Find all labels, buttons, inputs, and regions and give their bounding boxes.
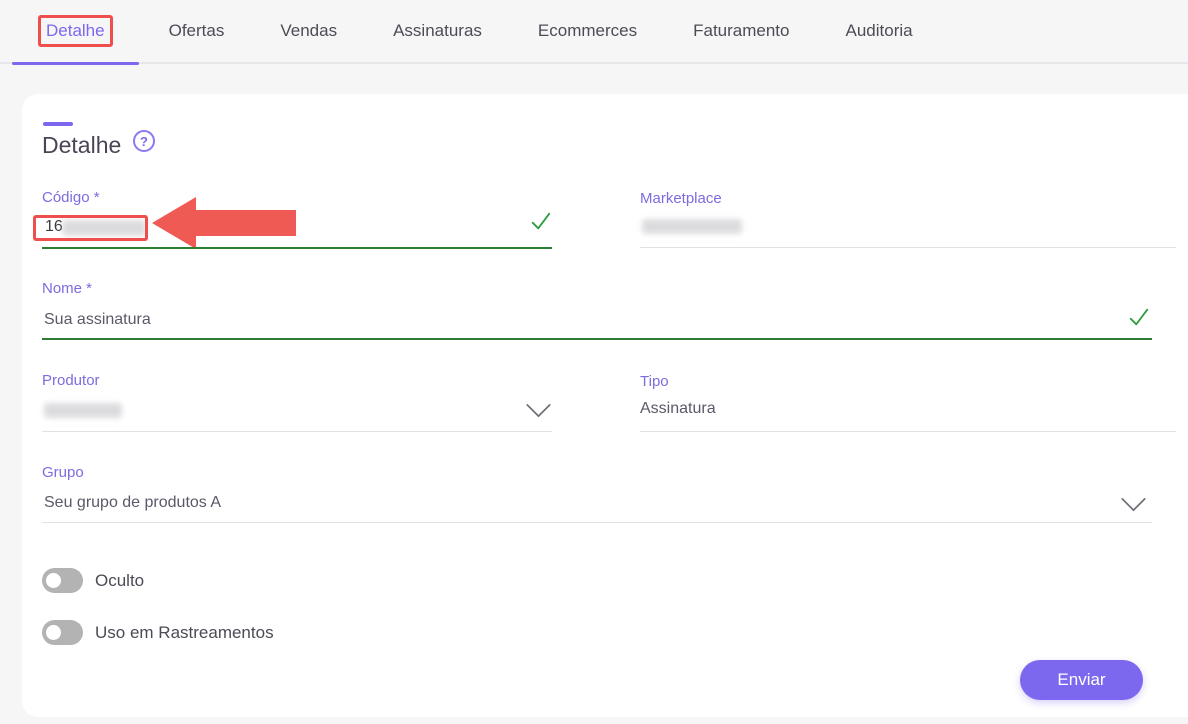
detail-form-card: Detalhe ? Código * 16 Marketplace Nome *… [22, 94, 1188, 717]
produtor-chevron-down-icon[interactable] [525, 403, 552, 418]
tipo-value: Assinatura [640, 400, 716, 418]
tab-label: Auditoria [846, 21, 913, 41]
annotation-red-box-tab: Detalhe [38, 15, 113, 47]
toggle-knob [43, 570, 64, 591]
uso-em-rastreamentos-toggle-label: Uso em Rastreamentos [95, 623, 274, 643]
produtor-underline [42, 431, 552, 432]
tab-label: Ofertas [169, 21, 225, 41]
produtor-redacted-value [44, 403, 122, 418]
tab-label: Faturamento [693, 21, 789, 41]
tipo-underline [640, 431, 1176, 432]
page-title: Detalhe [42, 132, 121, 159]
tab-label: Ecommerces [538, 21, 637, 41]
grupo-label: Grupo [42, 464, 84, 481]
produtor-label: Produtor [42, 372, 100, 389]
tab-bar: Detalhe Ofertas Vendas Assinaturas Ecomm… [0, 0, 1188, 64]
grupo-chevron-down-icon[interactable] [1120, 497, 1147, 512]
annotation-arrow-left [150, 194, 298, 252]
tab-ofertas[interactable]: Ofertas [141, 0, 253, 63]
nome-underline [42, 338, 1152, 340]
title-accent-dash [43, 122, 73, 126]
codigo-label: Código * [42, 189, 100, 206]
tab-ecommerces[interactable]: Ecommerces [510, 0, 665, 63]
tab-vendas[interactable]: Vendas [252, 0, 365, 63]
grupo-underline [42, 522, 1152, 523]
active-tab-indicator [12, 62, 139, 65]
marketplace-redacted-value [642, 219, 742, 234]
tab-auditoria[interactable]: Auditoria [818, 0, 941, 63]
tab-detalhe[interactable]: Detalhe [10, 0, 141, 63]
uso-em-rastreamentos-toggle[interactable] [42, 620, 83, 645]
tab-assinaturas[interactable]: Assinaturas [365, 0, 510, 63]
codigo-valid-check-icon [530, 210, 552, 232]
toggle-knob [43, 622, 64, 643]
tab-faturamento[interactable]: Faturamento [665, 0, 817, 63]
help-icon[interactable]: ? [133, 130, 155, 152]
annotation-red-box-codigo [33, 215, 148, 241]
tab-label: Detalhe [46, 21, 105, 40]
tab-label: Vendas [280, 21, 337, 41]
marketplace-label: Marketplace [640, 190, 722, 207]
tab-label: Assinaturas [393, 21, 482, 41]
nome-input[interactable]: Sua assinatura [44, 311, 151, 329]
nome-label: Nome * [42, 280, 92, 297]
oculto-toggle[interactable] [42, 568, 83, 593]
nome-valid-check-icon [1128, 306, 1150, 328]
tipo-label: Tipo [640, 373, 669, 390]
enviar-button[interactable]: Enviar [1020, 660, 1143, 700]
marketplace-underline [640, 247, 1176, 248]
oculto-toggle-label: Oculto [95, 571, 144, 591]
codigo-underline [42, 247, 552, 249]
product-detail-page: Detalhe Ofertas Vendas Assinaturas Ecomm… [0, 0, 1188, 724]
grupo-select[interactable]: Seu grupo de produtos A [44, 494, 221, 512]
